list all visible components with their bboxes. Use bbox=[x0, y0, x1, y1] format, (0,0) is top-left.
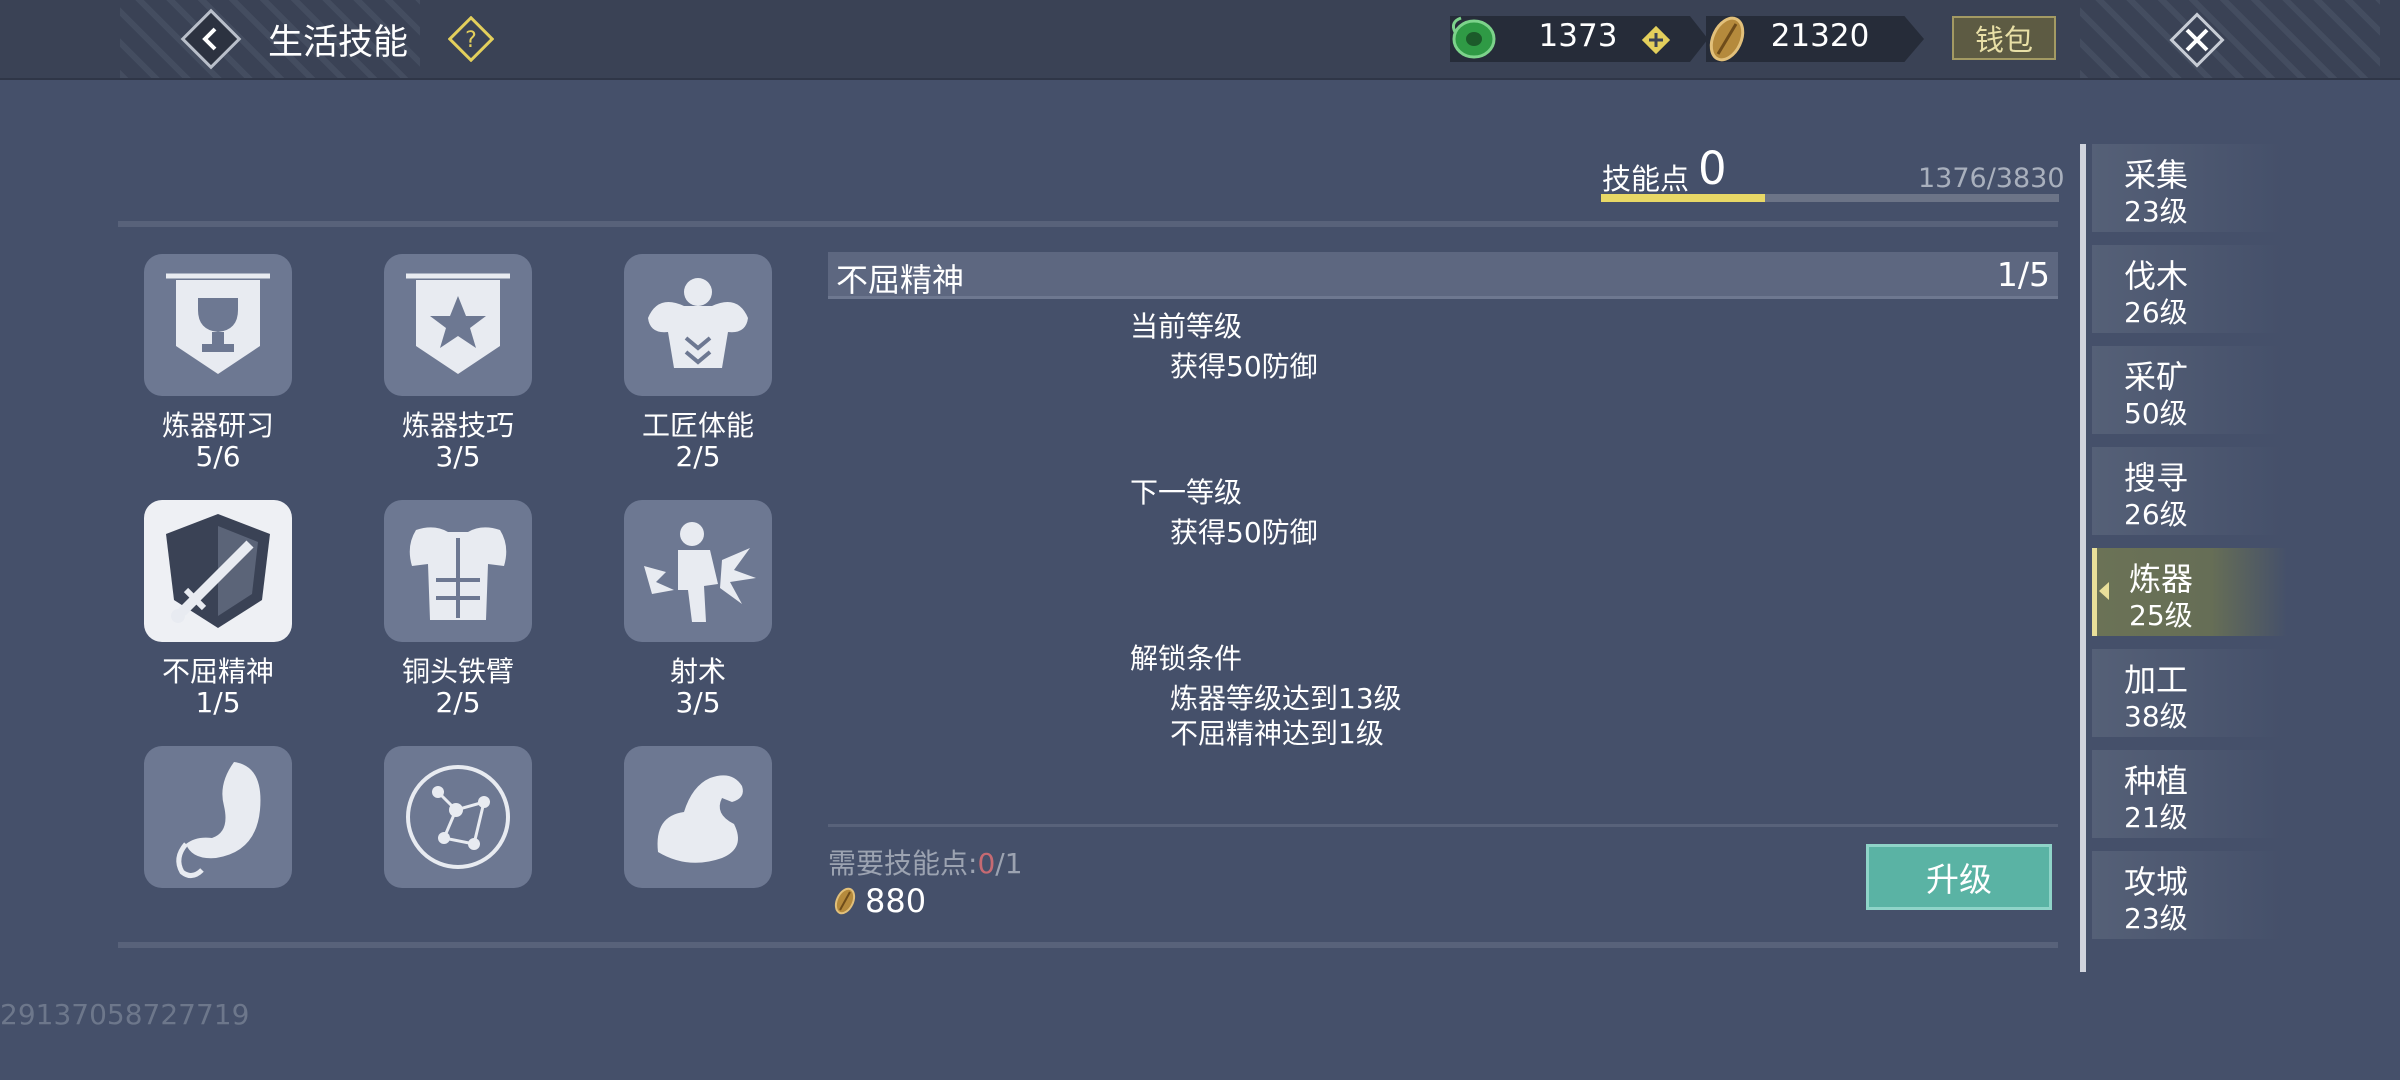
seed-coin-icon bbox=[1709, 16, 1745, 62]
category-level: 50级 bbox=[2124, 397, 2188, 430]
constellation-icon bbox=[384, 746, 532, 888]
skill-item[interactable]: 射术 3/5 bbox=[598, 494, 798, 718]
wallet-button[interactable]: 钱包 bbox=[1952, 16, 2056, 60]
upgrade-cost: 880 bbox=[865, 882, 927, 920]
category-tab[interactable]: 种植 21级 bbox=[2092, 750, 2282, 838]
required-points-total: /1 bbox=[995, 847, 1023, 880]
skill-item[interactable]: 炼器技巧 3/5 bbox=[358, 248, 558, 472]
header-ornament bbox=[2080, 0, 2380, 78]
upgrade-button[interactable]: 升级 bbox=[1866, 844, 2052, 910]
skill-level: 5/6 bbox=[195, 440, 241, 473]
page-title: 生活技能 bbox=[268, 23, 409, 63]
skill-name: 射术 bbox=[669, 655, 726, 688]
current-level-effect: 获得50防御 bbox=[1170, 350, 1318, 383]
impact-icon bbox=[624, 500, 772, 642]
next-level-effect: 获得50防御 bbox=[1170, 516, 1318, 549]
flexed-arm-icon bbox=[624, 746, 772, 888]
category-tab[interactable]: 搜寻 26级 bbox=[2092, 447, 2282, 535]
skill-level: 1/5 bbox=[195, 686, 241, 719]
star-banner-icon bbox=[384, 254, 532, 396]
required-points-label: 需要技能点: bbox=[828, 847, 978, 880]
skill-name: 铜头铁臂 bbox=[401, 655, 514, 688]
next-level-label: 下一等级 bbox=[1130, 476, 1243, 509]
player-uid: 29137058727719 bbox=[0, 998, 250, 1031]
skill-name: 炼器研习 bbox=[161, 409, 274, 442]
category-sidebar-line bbox=[2080, 144, 2086, 972]
category-level: 23级 bbox=[2124, 195, 2188, 228]
category-tab[interactable]: 采集 23级 bbox=[2092, 144, 2282, 232]
jade-currency-value: 1373 bbox=[1538, 18, 1618, 54]
skill-level: 3/5 bbox=[435, 440, 481, 473]
jade-currency-icon bbox=[1452, 16, 1496, 59]
stomach-icon bbox=[144, 746, 292, 888]
category-level: 38级 bbox=[2124, 700, 2188, 733]
close-button[interactable] bbox=[2165, 8, 2229, 72]
skill-points-label: 技能点 bbox=[1602, 162, 1690, 196]
add-currency-button[interactable] bbox=[1640, 24, 1672, 56]
active-indicator-icon bbox=[2099, 582, 2109, 600]
skill-name: 炼器技巧 bbox=[401, 409, 514, 442]
divider bbox=[118, 942, 2058, 948]
category-tab[interactable]: 炼器 25级 bbox=[2092, 548, 2287, 636]
skill-level: 3/5 bbox=[675, 686, 721, 719]
category-level: 21级 bbox=[2124, 801, 2188, 834]
skill-points-progress-fill bbox=[1601, 194, 1766, 202]
skill-grid: 炼器研习 5/6 炼器技巧 3/5 工匠体能 2/5 不屈精神 1/5 铜头铁臂… bbox=[118, 248, 798, 930]
muscular-torso-icon bbox=[624, 254, 772, 396]
skill-name: 工匠体能 bbox=[641, 409, 754, 442]
unlock-conditions-label: 解锁条件 bbox=[1130, 642, 1243, 675]
skill-points-progress-bar bbox=[1601, 194, 2059, 202]
skill-item[interactable] bbox=[118, 740, 318, 902]
unlock-condition: 不屈精神达到1级 bbox=[1170, 717, 1384, 750]
back-button[interactable] bbox=[180, 8, 242, 70]
category-tab[interactable]: 加工 38级 bbox=[2092, 649, 2282, 737]
coin-currency-value: 21320 bbox=[1770, 18, 1870, 54]
skill-points-progress-text: 1376/3830 bbox=[1918, 163, 2065, 194]
unlock-condition: 炼器等级达到13级 bbox=[1170, 682, 1402, 715]
skill-name: 不屈精神 bbox=[161, 655, 274, 688]
skill-item[interactable]: 工匠体能 2/5 bbox=[598, 248, 798, 472]
skill-points-value: 0 bbox=[1698, 142, 1727, 195]
divider bbox=[828, 824, 2058, 827]
required-points-current: 0 bbox=[977, 847, 996, 880]
category-level: 26级 bbox=[2124, 498, 2188, 531]
skill-item[interactable]: 铜头铁臂 2/5 bbox=[358, 494, 558, 718]
category-level: 26级 bbox=[2124, 296, 2188, 329]
skill-detail-name: 不屈精神 bbox=[836, 261, 965, 299]
sword-shield-icon bbox=[144, 500, 292, 642]
category-tab[interactable]: 采矿 50级 bbox=[2092, 346, 2282, 434]
trophy-banner-icon bbox=[144, 254, 292, 396]
current-level-label: 当前等级 bbox=[1130, 310, 1243, 343]
skill-item[interactable]: 炼器研习 5/6 bbox=[118, 248, 318, 472]
question-icon: ? bbox=[465, 28, 477, 53]
skill-item-selected[interactable]: 不屈精神 1/5 bbox=[118, 494, 318, 718]
category-level: 23级 bbox=[2124, 902, 2188, 935]
skill-detail-header: 不屈精神 1/5 bbox=[828, 252, 2058, 299]
category-level: 25级 bbox=[2129, 599, 2193, 632]
skill-detail-level: 1/5 bbox=[1996, 255, 2050, 294]
required-skill-points: 需要技能点:0/1 bbox=[828, 842, 1023, 882]
category-tab[interactable]: 攻城 23级 bbox=[2092, 851, 2282, 939]
divider bbox=[118, 221, 2058, 227]
help-button[interactable]: ? bbox=[448, 16, 494, 62]
seed-coin-icon bbox=[834, 887, 856, 915]
skill-item[interactable] bbox=[598, 740, 798, 902]
skill-level: 2/5 bbox=[435, 686, 481, 719]
skill-item[interactable] bbox=[358, 740, 558, 902]
armor-torso-icon bbox=[384, 500, 532, 642]
category-tab[interactable]: 伐木 26级 bbox=[2092, 245, 2282, 333]
skill-level: 2/5 bbox=[675, 440, 721, 473]
